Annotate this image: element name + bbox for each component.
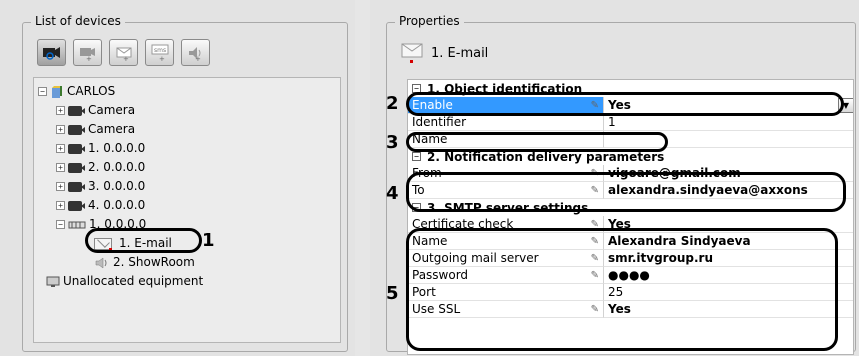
tree-item[interactable]: + 2. 0.0.0.0 bbox=[56, 159, 145, 176]
tree-item[interactable]: + Camera bbox=[56, 121, 135, 138]
camera-icon bbox=[68, 162, 85, 173]
callout-1: 1 bbox=[202, 230, 215, 251]
collapse-icon[interactable]: − bbox=[38, 87, 47, 96]
row-label: Identifier bbox=[408, 114, 604, 131]
svg-text:+: + bbox=[159, 55, 165, 62]
tree-item[interactable]: + 1. 0.0.0.0 bbox=[56, 140, 145, 157]
highlight-name bbox=[406, 132, 668, 152]
properties-panel: Properties 1. E-mail − 1. Object identif… bbox=[370, 0, 859, 356]
row-identifier: Identifier 1 bbox=[408, 114, 853, 131]
properties-header: 1. E-mail bbox=[401, 43, 488, 63]
add-sms-icon[interactable]: sms + bbox=[145, 39, 174, 66]
speaker-icon bbox=[95, 257, 107, 268]
callout-4: 4 bbox=[386, 183, 399, 204]
tree-item-label: 2. ShowRoom bbox=[113, 255, 195, 269]
equipment-icon bbox=[46, 276, 60, 287]
highlight-email-item bbox=[85, 228, 202, 253]
expand-icon[interactable]: + bbox=[56, 125, 65, 134]
tree-item-label: 1. 0.0.0.0 bbox=[88, 141, 146, 155]
expand-icon[interactable]: + bbox=[56, 201, 65, 210]
board-icon bbox=[68, 221, 86, 228]
properties-legend: Properties bbox=[395, 14, 464, 28]
camera-icon bbox=[68, 105, 85, 116]
tree-item-showroom[interactable]: 2. ShowRoom bbox=[94, 254, 195, 271]
tree-item-label: 3. 0.0.0.0 bbox=[88, 179, 146, 193]
camera-icon bbox=[68, 200, 85, 211]
expand-icon[interactable]: + bbox=[56, 163, 65, 172]
collapse-icon[interactable]: − bbox=[56, 220, 65, 229]
camera-icon bbox=[68, 181, 85, 192]
svg-text:sms: sms bbox=[154, 47, 166, 54]
tree-item-unallocated[interactable]: Unallocated equipment bbox=[46, 273, 203, 290]
camera-icon bbox=[68, 124, 85, 135]
add-sound-icon[interactable]: + bbox=[181, 39, 210, 66]
device-tree: − CARLOS + Camera + Camera + 1. 0.0.0.0 … bbox=[33, 77, 341, 343]
tree-item[interactable]: + Camera bbox=[56, 102, 135, 119]
expand-icon[interactable]: + bbox=[56, 106, 65, 115]
status-dot bbox=[410, 60, 413, 63]
device-list-legend: List of devices bbox=[31, 14, 125, 28]
device-toolbar: + + sms + + bbox=[37, 39, 210, 66]
add-camera-icon[interactable]: + bbox=[73, 39, 102, 66]
server-icon bbox=[52, 85, 62, 98]
device-list-panel: List of devices + + sms + + − CARLOS + C… bbox=[0, 0, 355, 356]
tree-item-label: Unallocated equipment bbox=[63, 274, 204, 288]
highlight-enable bbox=[406, 92, 844, 116]
device-list-group: List of devices + + sms + + − CARLOS + C… bbox=[22, 14, 348, 352]
tree-root-label: CARLOS bbox=[67, 84, 116, 98]
tree-item-label: 2. 0.0.0.0 bbox=[88, 160, 146, 174]
tree-item-label: Camera bbox=[88, 103, 136, 117]
expand-icon[interactable]: + bbox=[56, 144, 65, 153]
tree-item[interactable]: + 3. 0.0.0.0 bbox=[56, 178, 145, 195]
callout-5: 5 bbox=[386, 283, 399, 304]
add-email-icon[interactable]: + bbox=[109, 39, 138, 66]
tree-item-label: 4. 0.0.0.0 bbox=[88, 198, 146, 212]
tree-item[interactable]: + 4. 0.0.0.0 bbox=[56, 197, 145, 214]
svg-text:+: + bbox=[195, 55, 201, 61]
svg-text:+: + bbox=[123, 55, 129, 61]
callout-2: 2 bbox=[386, 93, 399, 114]
camera-icon bbox=[68, 143, 85, 154]
expand-icon[interactable]: + bbox=[56, 182, 65, 191]
svg-text:+: + bbox=[86, 55, 92, 61]
identifier-value: 1 bbox=[604, 114, 853, 131]
highlight-from-to bbox=[406, 172, 846, 212]
collapse-icon[interactable]: − bbox=[412, 152, 421, 161]
highlight-smtp bbox=[406, 228, 838, 351]
callout-3: 3 bbox=[386, 132, 399, 153]
tree-root[interactable]: − CARLOS bbox=[38, 83, 115, 100]
tree-item-label: Camera bbox=[88, 122, 136, 136]
camera-search-icon[interactable] bbox=[37, 39, 66, 66]
properties-title: 1. E-mail bbox=[431, 45, 489, 61]
email-icon bbox=[401, 43, 423, 63]
